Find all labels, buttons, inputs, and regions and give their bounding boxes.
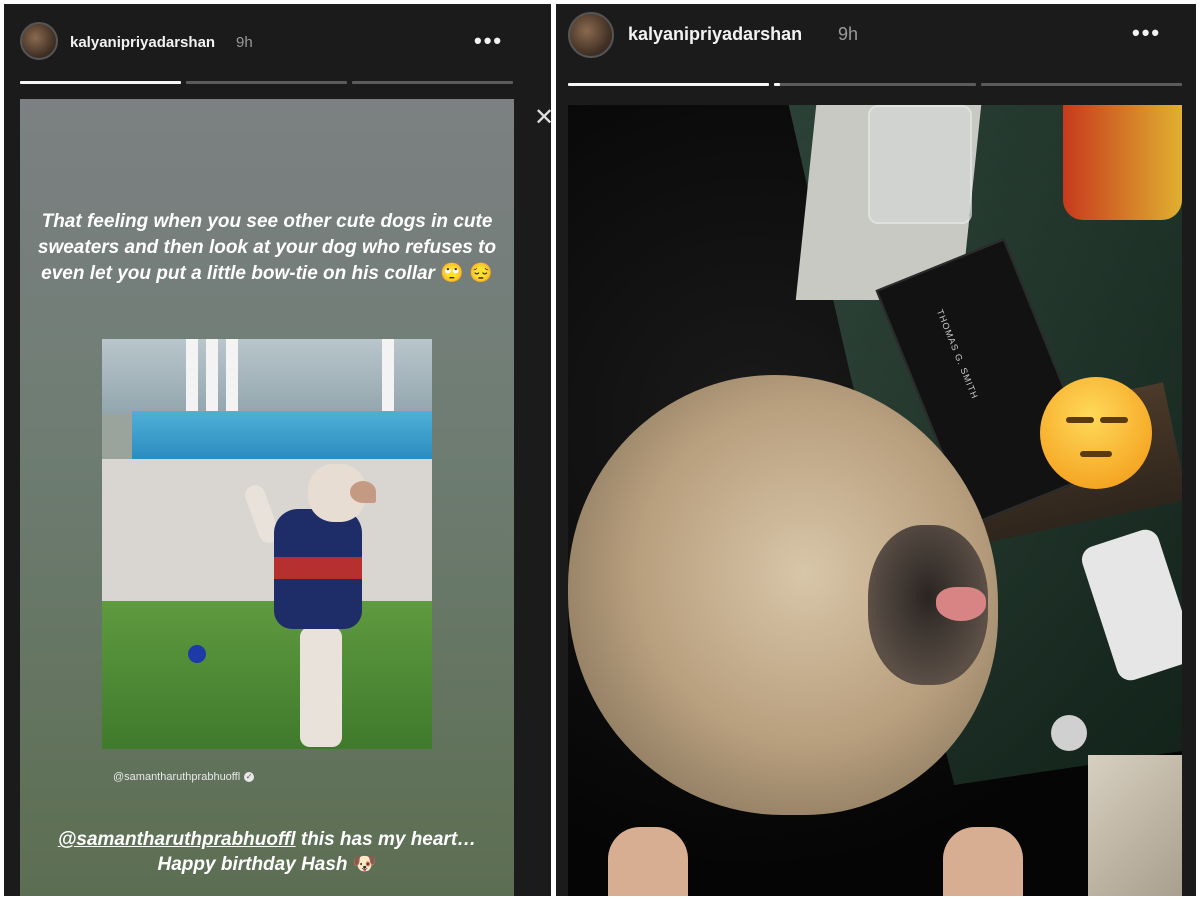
story-progress-bar <box>568 83 1182 86</box>
sticker-eye <box>1066 417 1094 423</box>
progress-segment[interactable] <box>186 81 347 84</box>
foot <box>608 827 688 896</box>
photo-pillar <box>186 339 198 419</box>
glass-jar <box>868 105 972 224</box>
shared-post-photo[interactable] <box>102 339 432 749</box>
avatar[interactable] <box>20 22 58 60</box>
foot <box>943 827 1023 896</box>
progress-fill <box>20 81 181 84</box>
close-icon[interactable]: ✕ <box>534 106 551 130</box>
progress-segment[interactable] <box>568 83 770 86</box>
caption-text: That feeling when you see other cute dog… <box>37 211 497 284</box>
mention-emoji: 🐶 <box>352 854 377 875</box>
timestamp: 9h <box>838 24 859 44</box>
photo-pillar <box>206 339 218 419</box>
story-panel-left: kalyanipriyadarshan 9h ••• ✕ That feelin… <box>4 4 551 896</box>
more-options-icon[interactable]: ••• <box>474 28 503 54</box>
progress-segment[interactable] <box>352 81 513 84</box>
caption-emojis: 🙄 😔 <box>440 263 493 284</box>
story-content[interactable]: THOMAS G. SMITH <box>568 105 1182 896</box>
progress-segment[interactable] <box>20 81 181 84</box>
avatar[interactable] <box>568 12 614 58</box>
photo-pillar <box>382 339 394 419</box>
sticker-mouth <box>1080 451 1112 457</box>
dog-legs <box>300 627 342 747</box>
more-options-icon[interactable]: ••• <box>1132 20 1161 46</box>
story-content[interactable]: That feeling when you see other cute dog… <box>20 99 514 896</box>
tin-can <box>1063 105 1182 220</box>
progress-segment[interactable] <box>980 83 1182 86</box>
dog-sweater-band <box>274 557 362 579</box>
photo-credit[interactable]: @samantharuthprabhuoffl ✓ <box>113 771 255 783</box>
book-title: THOMAS G. SMITH <box>934 307 981 401</box>
mention-caption: @samantharuthprabhuoffl this has my hear… <box>30 827 504 877</box>
sticker-eye <box>1100 417 1128 423</box>
story-header: kalyanipriyadarshan 9h ••• <box>4 4 551 84</box>
photo-pool <box>132 411 432 459</box>
photo-pillar <box>226 339 238 419</box>
mention-link[interactable]: @samantharuthprabhuoffl <box>58 829 296 850</box>
unamused-face-icon[interactable] <box>1040 377 1152 489</box>
photo-ball <box>188 645 206 663</box>
story-panel-right: kalyanipriyadarshan 9h ••• THOMAS G. SMI… <box>556 4 1196 896</box>
username[interactable]: kalyanipriyadarshan <box>628 24 802 45</box>
progress-fill <box>774 83 781 86</box>
dog-ear <box>350 481 376 503</box>
fabric <box>1088 755 1182 896</box>
story-header: kalyanipriyadarshan 9h ••• <box>556 4 1196 86</box>
story-progress-bar <box>20 81 513 84</box>
coaster <box>1051 715 1087 751</box>
username[interactable]: kalyanipriyadarshan <box>70 34 215 51</box>
timestamp: 9h <box>236 34 253 51</box>
story-caption: That feeling when you see other cute dog… <box>30 209 504 287</box>
photo-grass <box>102 601 432 749</box>
dog-tongue <box>936 587 986 621</box>
progress-segment[interactable] <box>774 83 976 86</box>
progress-fill <box>568 83 770 86</box>
photo-credit-handle: @samantharuthprabhuoffl <box>113 771 241 783</box>
photo-building <box>102 339 432 419</box>
verified-badge-icon: ✓ <box>244 772 255 783</box>
